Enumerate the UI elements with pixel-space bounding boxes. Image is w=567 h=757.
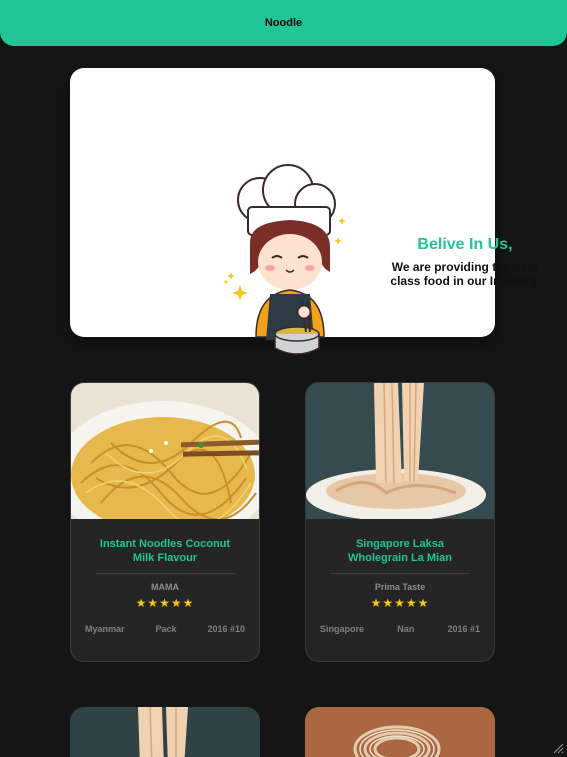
- hero-subtitle: We are providing the best class food in …: [390, 260, 540, 288]
- product-card[interactable]: [70, 707, 260, 757]
- card-divider: [330, 573, 470, 574]
- product-rank: 2016 #1: [447, 624, 480, 634]
- product-card[interactable]: [305, 707, 495, 757]
- product-brand: Prima Taste: [374, 582, 426, 592]
- product-country: Singapore: [320, 624, 365, 634]
- rating-stars-icon: ★★★★★: [135, 596, 195, 610]
- hero-copy: Belive In Us, We are providing the best …: [390, 236, 540, 288]
- product-image: [70, 707, 260, 757]
- app-title: Noodle: [264, 17, 303, 29]
- hero-banner: Belive In Us, We are providing the best …: [70, 68, 540, 355]
- product-brand: MAMA: [151, 582, 179, 592]
- product-rank: 2016 #10: [207, 624, 245, 634]
- product-meta: Myanmar Pack 2016 #10: [71, 624, 259, 634]
- product-meta: Singapore Nan 2016 #1: [306, 624, 494, 634]
- product-style: Pack: [155, 624, 177, 634]
- rating-stars-icon: ★★★★★: [370, 596, 430, 610]
- product-title: Singapore Laksa Wholegrain La Mian: [348, 538, 452, 564]
- product-card[interactable]: Singapore Laksa Wholegrain La Mian Prima…: [305, 382, 495, 662]
- chef-illustration: [224, 164, 345, 355]
- product-image: [71, 383, 259, 519]
- product-card[interactable]: Instant Noodles Coconut Milk Flavour MAM…: [70, 382, 260, 662]
- product-title: Instant Noodles Coconut Milk Flavour: [99, 538, 231, 564]
- resize-handle-icon[interactable]: [552, 742, 564, 754]
- card-divider: [95, 573, 235, 574]
- product-image: [305, 707, 495, 757]
- product-style: Nan: [397, 624, 415, 634]
- product-image: [306, 383, 494, 519]
- product-country: Myanmar: [85, 624, 125, 634]
- hero-headline: Belive In Us,: [417, 236, 513, 253]
- top-navbar: Noodle: [0, 0, 567, 46]
